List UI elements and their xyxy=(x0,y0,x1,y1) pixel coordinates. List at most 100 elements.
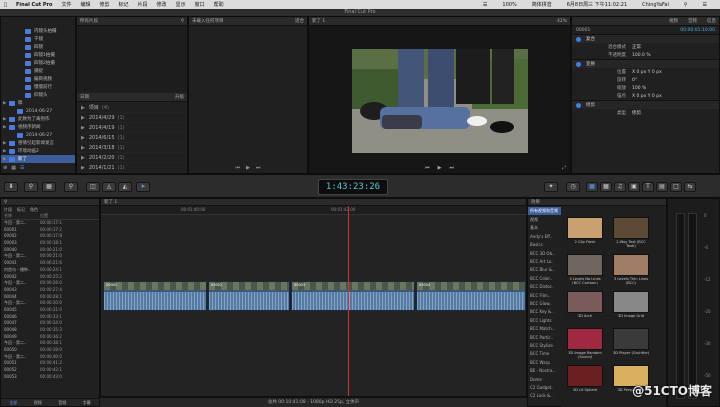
timeline-index-row[interactable]: 00049 00:00:36:2 xyxy=(1,334,99,341)
tab-index-markers[interactable]: 标记 xyxy=(17,207,25,213)
timeline-index-row[interactable]: 00045 00:00:31:0 xyxy=(1,307,99,314)
effects-category[interactable]: 视频 xyxy=(528,215,561,223)
browser-date-row[interactable]: ▶ 2014/4/19 (1) xyxy=(77,123,187,133)
timeline-index-row[interactable]: 00001 00:00:17:2 xyxy=(1,227,99,234)
disclosure-triangle-icon[interactable]: ▶ xyxy=(3,157,7,162)
timecode-display[interactable]: 1:43:23:26 xyxy=(318,179,388,195)
filter-video[interactable]: 视频 xyxy=(34,400,42,406)
menu-edit[interactable]: 编辑 xyxy=(80,1,90,8)
tab-index-clips[interactable]: 片段 xyxy=(4,207,12,213)
apple-icon[interactable]:  xyxy=(4,2,7,8)
menu-app-name[interactable]: Final Cut Pro xyxy=(16,2,52,8)
library-item[interactable]: 捕捉 xyxy=(1,67,75,75)
enable-checkbox-icon[interactable] xyxy=(576,102,581,108)
column-name[interactable]: 名称 xyxy=(4,213,40,219)
effects-category[interactable]: C2 Gadget.. xyxy=(528,383,561,391)
effects-category[interactable]: BCC Match.. xyxy=(528,324,561,332)
retime-button[interactable]: ◷ xyxy=(566,182,580,192)
add-library-icon[interactable]: ⊕ xyxy=(3,165,7,171)
effect-tile[interactable]: 3D Lit Sphere xyxy=(565,365,605,397)
effect-tile[interactable]: 3D Player (Gruhthe) xyxy=(611,328,651,360)
inspector-param-value[interactable]: 100 % xyxy=(632,86,646,91)
effects-category[interactable]: Dome xyxy=(528,375,561,383)
disclosure-triangle-icon[interactable]: ▶ xyxy=(81,105,85,111)
hide-library-button[interactable]: ▦ xyxy=(42,182,56,192)
timeline-index-row[interactable]: 00044 00:00:28:1 xyxy=(1,294,99,301)
tab-video[interactable]: 视频 xyxy=(669,18,678,24)
disclosure-triangle-icon[interactable]: ▶ xyxy=(81,125,85,131)
effects-category[interactable]: Andy's Eff.. xyxy=(528,232,561,240)
effects-category[interactable]: BE - Nostra.. xyxy=(528,366,561,374)
generators-browser-button[interactable]: ▤ xyxy=(656,182,668,192)
library-item[interactable]: 2014-06-27 xyxy=(1,131,75,139)
effect-tile[interactable]: 3D Image Grid xyxy=(611,291,651,323)
effect-tile[interactable]: 2-Way Text (BCC Textl) xyxy=(611,217,651,249)
effects-category[interactable]: 基本 xyxy=(528,224,561,232)
menu-mark[interactable]: 标记 xyxy=(119,1,129,8)
filter-titles[interactable]: 字幕 xyxy=(83,400,91,406)
effects-category[interactable]: BCC Partic.. xyxy=(528,333,561,341)
tab-audio[interactable]: 音频 xyxy=(688,18,697,24)
inspector-param-value[interactable]: 0° xyxy=(632,78,637,83)
titles-browser-button[interactable]: T xyxy=(642,182,654,192)
browser-date-row[interactable]: ▶ 2014/3/18 (1) xyxy=(77,143,187,153)
inspector-section-header[interactable]: 修剪 xyxy=(572,100,719,109)
menu-trim[interactable]: 修剪 xyxy=(100,1,110,8)
timeline-index-row[interactable]: 00051 00:00:41:2 xyxy=(1,360,99,367)
search-icon[interactable]: ⚲ xyxy=(4,200,7,205)
timeline-index-row[interactable]: 00042 00:00:25:2 xyxy=(1,274,99,281)
timeline-index-row[interactable]: 今回 - 第二.. 00:00:30:0 xyxy=(1,300,99,307)
clock[interactable]: 6月8日周三 下午11:02:21 xyxy=(567,1,627,8)
effects-category[interactable]: BCC Distor.. xyxy=(528,283,561,291)
inspector-button[interactable]: ▦ xyxy=(586,182,598,192)
append-clip-button[interactable]: ◭ xyxy=(118,182,132,192)
menu-clip[interactable]: 片段 xyxy=(138,1,148,8)
user-name[interactable]: ChingYaFai xyxy=(642,2,669,8)
timeline-index-row[interactable]: 00041 00:00:21:6 xyxy=(1,260,99,267)
effects-category[interactable]: BCC Time xyxy=(528,350,561,358)
inspector-param-value[interactable]: X 0 px Y 0 px xyxy=(632,94,662,99)
library-item[interactable]: 四镜2拍摄 xyxy=(1,59,75,67)
library-item[interactable]: 2014-06-27 xyxy=(1,107,75,115)
timeline-index-row[interactable]: 00053 00:00:43:0 xyxy=(1,374,99,381)
disclosure-triangle-icon[interactable]: ▶ xyxy=(81,115,85,121)
import-button[interactable]: ⬇ xyxy=(4,182,18,192)
effect-tile[interactable]: 3D Arch xyxy=(565,291,605,323)
timeline-clip[interactable]: 00003 xyxy=(291,281,415,311)
timeline-clip[interactable]: 00004 xyxy=(416,281,526,311)
next-frame-icon[interactable]: ⏭ xyxy=(449,165,454,171)
transitions-browser-button[interactable]: ⇆ xyxy=(684,182,696,192)
effects-category[interactable]: BCC Stylize xyxy=(528,341,561,349)
tab-info[interactable]: 信息 xyxy=(707,18,716,24)
disclosure-triangle-icon[interactable]: ▶ xyxy=(3,117,7,122)
library-item[interactable]: 内镜头拍摄 xyxy=(1,27,75,35)
browser-sort-column[interactable]: 日期 xyxy=(80,94,89,100)
timeline-index-row[interactable]: 今回 - 第二.. 00:00:38:1 xyxy=(1,340,99,347)
timeline-index-row[interactable]: 00003 00:00:18:1 xyxy=(1,240,99,247)
library-item[interactable]: 仰镜头 xyxy=(1,91,75,99)
playhead[interactable] xyxy=(348,206,349,396)
effects-category[interactable]: Basics xyxy=(528,241,561,249)
library-item[interactable]: ▶ 稿 xyxy=(1,99,75,107)
library-item[interactable]: ▶ 视频序新闻 xyxy=(1,123,75,131)
connect-clip-button[interactable]: ◫ xyxy=(86,182,100,192)
menu-modify[interactable]: 修改 xyxy=(157,1,167,8)
wifi-icon[interactable]: ☰ xyxy=(483,2,487,8)
browser-date-row[interactable]: ▶ 2014/4/29 (1) xyxy=(77,113,187,123)
effect-tile[interactable]: 3 Levels No Lines (BCC Cartoon) xyxy=(565,254,605,286)
library-item[interactable]: ▶ 此致为了离别作 xyxy=(1,115,75,123)
disclosure-triangle-icon[interactable]: ▶ xyxy=(81,145,85,151)
browser-date-row[interactable]: ▶ 2014/2/20 (1) xyxy=(77,153,187,163)
timeline-index-row[interactable]: 00043 00:00:27:4 xyxy=(1,287,99,294)
input-method[interactable]: 简体拼音 xyxy=(532,1,552,8)
disclosure-triangle-icon[interactable]: ▶ xyxy=(81,135,85,141)
timeline-index-row[interactable]: 00052 00:00:42:1 xyxy=(1,367,99,374)
effects-category[interactable]: BCC Key &.. xyxy=(528,308,561,316)
library-item[interactable]: 四镜 xyxy=(1,43,75,51)
browser-date-row[interactable]: ▶ 2014/1/21 (1) xyxy=(77,163,187,173)
timeline-clip[interactable]: 00002 xyxy=(208,281,290,311)
play-icon[interactable]: ▶ xyxy=(438,165,442,171)
key-button[interactable]: ⚲ xyxy=(24,182,38,192)
disclosure-triangle-icon[interactable]: ▶ xyxy=(3,125,7,130)
library-item[interactable]: ▶ 新了 xyxy=(1,155,75,163)
